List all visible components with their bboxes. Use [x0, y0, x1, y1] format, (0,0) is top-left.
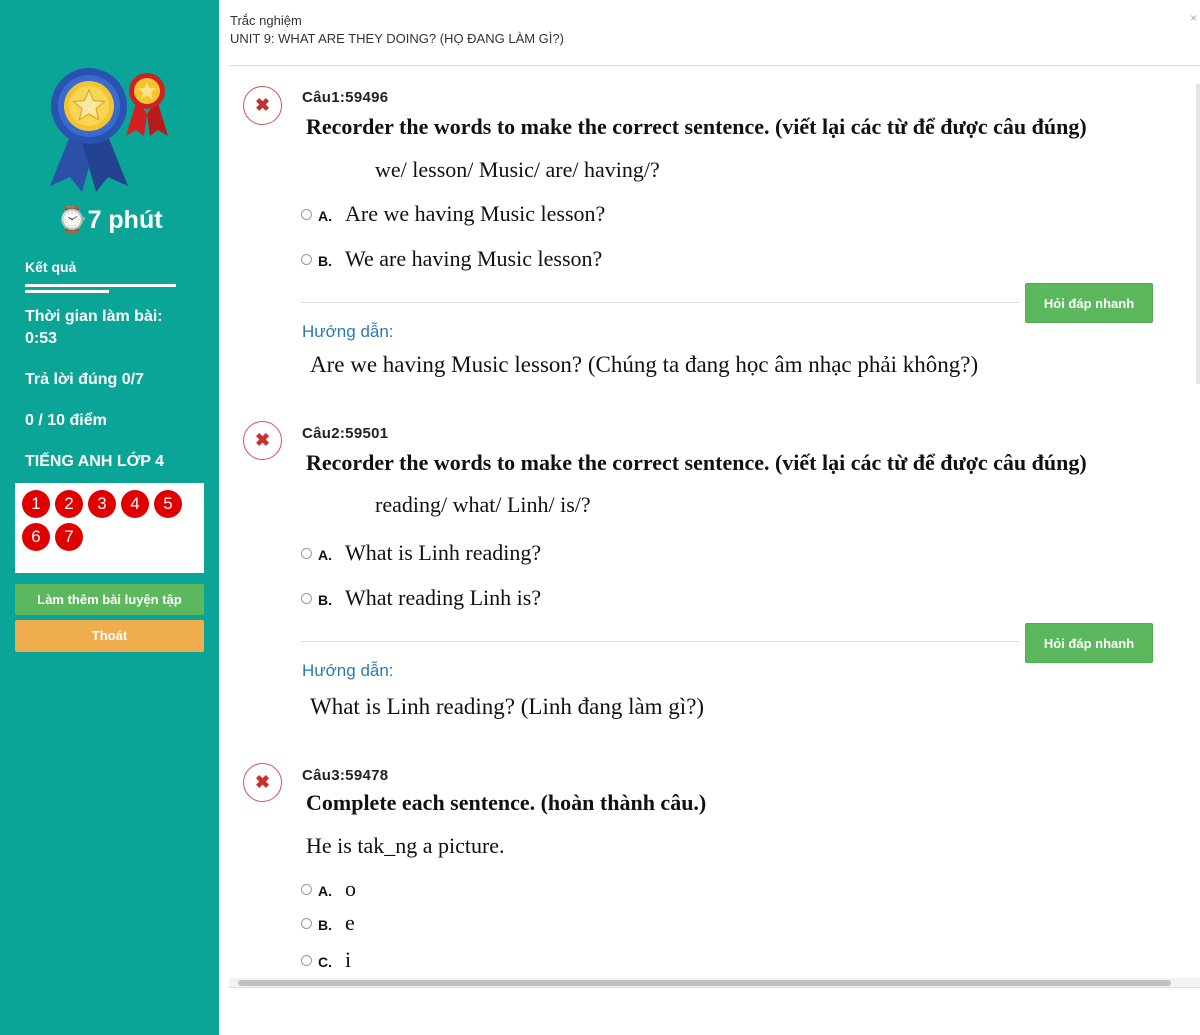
option-letter: B. [318, 917, 332, 933]
question-divider [300, 641, 1020, 642]
correct-count: Trả lời đúng 0/7 [25, 371, 144, 388]
score: 0 / 10 điểm [25, 412, 107, 429]
question-words: reading/ what/ Linh/ is/? [375, 492, 591, 517]
question-number-1[interactable]: 1 [22, 490, 50, 518]
question-id: Câu1:59496 [302, 89, 389, 106]
question-number-6[interactable]: 6 [22, 523, 50, 551]
option-text: We are having Music lesson? [345, 246, 603, 271]
time-label: Thời gian làm bài: [25, 308, 163, 325]
header-subtitle: Trắc nghiệm [230, 13, 302, 28]
option-text: What reading Linh is? [345, 585, 542, 610]
option-text: i [345, 947, 352, 972]
header-divider [229, 65, 1200, 66]
result-divider-short [25, 290, 109, 293]
result-divider [25, 284, 176, 287]
horizontal-scrollbar-thumb[interactable] [238, 980, 1171, 986]
quick-qa-button[interactable]: Hỏi đáp nhanh [1025, 623, 1153, 663]
wrong-icon: ✖ [243, 421, 282, 460]
question-number-2[interactable]: 2 [55, 490, 83, 518]
guide-label: Hướng dẫn: [302, 322, 394, 341]
vertical-scrollbar[interactable] [1196, 84, 1200, 384]
option-letter: A. [318, 208, 332, 224]
option-letter: A. [318, 547, 332, 563]
option-radio[interactable] [301, 593, 312, 604]
option-text: o [345, 876, 356, 901]
time-value: 0:53 [25, 330, 58, 347]
timer: ⌚7 phút [56, 206, 163, 234]
sidebar: ⌚7 phút Kết quả Thời gian làm bài: 0:53 … [0, 0, 219, 1035]
question-prompt: Recorder the words to make the correct s… [306, 114, 1087, 139]
guide-text: Are we having Music lesson? (Chúng ta đa… [310, 352, 979, 377]
option-radio[interactable] [301, 209, 312, 220]
more-practice-button[interactable]: Làm thêm bài luyện tập [15, 584, 204, 615]
wrong-icon: ✖ [243, 763, 282, 802]
question-number-4[interactable]: 4 [121, 490, 149, 518]
question-number-7[interactable]: 7 [55, 523, 83, 551]
quick-qa-button[interactable]: Hỏi đáp nhanh [1025, 283, 1153, 323]
question-id: Câu3:59478 [302, 767, 389, 784]
subject-label: TIẾNG ANH LỚP 4 [25, 453, 164, 470]
option-letter: C. [318, 954, 332, 970]
close-icon[interactable]: × [1190, 11, 1197, 25]
option-letter: A. [318, 883, 332, 899]
option-letter: B. [318, 592, 332, 608]
question-id: Câu2:59501 [302, 425, 389, 442]
page-title: UNIT 9: WHAT ARE THEY DOING? (HỌ ĐANG LÀ… [230, 31, 564, 46]
quiz-result-page: ⌚7 phút Kết quả Thời gian làm bài: 0:53 … [0, 0, 1200, 1035]
medal-icon [50, 68, 168, 192]
option-letter: B. [318, 253, 332, 269]
option-radio[interactable] [301, 548, 312, 559]
question-sentence: He is tak_ng a picture. [306, 833, 505, 858]
option-radio[interactable] [301, 884, 312, 895]
option-text: e [345, 910, 355, 935]
option-radio[interactable] [301, 955, 312, 966]
option-text: What is Linh reading? [345, 540, 542, 565]
question-prompt: Complete each sentence. (hoàn thành câu.… [306, 790, 707, 815]
option-radio[interactable] [301, 918, 312, 929]
question-prompt: Recorder the words to make the correct s… [306, 450, 1087, 475]
option-text: Are we having Music lesson? [345, 201, 606, 226]
question-number-5[interactable]: 5 [154, 490, 182, 518]
bottom-divider [229, 987, 1200, 988]
option-radio[interactable] [301, 254, 312, 265]
question-words: we/ lesson/ Music/ are/ having/? [375, 157, 660, 182]
wrong-icon: ✖ [243, 86, 282, 125]
question-number-3[interactable]: 3 [88, 490, 116, 518]
question-navigator: 1 2 3 4 5 6 7 [15, 483, 204, 573]
guide-label: Hướng dẫn: [302, 661, 394, 680]
result-label: Kết quả [25, 259, 77, 275]
exit-button[interactable]: Thoát [15, 620, 204, 652]
question-divider [300, 302, 1020, 303]
guide-text: What is Linh reading? (Linh đang làm gì?… [310, 694, 705, 719]
